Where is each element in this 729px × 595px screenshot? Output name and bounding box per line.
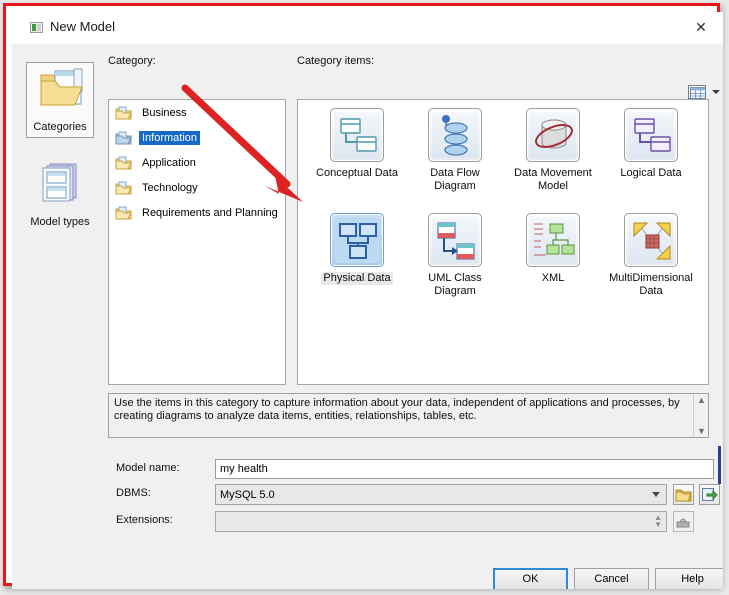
conceptual-data-icon xyxy=(340,118,377,152)
chevron-down-icon[interactable] xyxy=(712,90,720,94)
dbms-select[interactable]: MySQL 5.0 xyxy=(215,484,667,505)
category-item-business[interactable]: Business xyxy=(109,100,285,125)
rail-label-categories: Categories xyxy=(33,121,87,133)
rail-button-model-types[interactable]: Model types xyxy=(26,156,94,232)
navigation-rail: Categories Model types xyxy=(26,62,98,250)
category-items-label: Category items: xyxy=(297,55,375,67)
category-items-panel[interactable]: Conceptual Data Data Flow Diagram Data M… xyxy=(297,99,709,385)
item-label: XML xyxy=(541,272,565,284)
annotation-red-frame: New Model ✕ Categories Model types Categ… xyxy=(3,3,723,589)
item-label: Conceptual Data xyxy=(316,167,398,179)
item-conceptual-data[interactable]: Conceptual Data xyxy=(308,108,406,180)
spinner-down-icon[interactable]: ▼ xyxy=(654,521,662,529)
category-item-label: Requirements and Planning xyxy=(142,206,278,219)
scroll-down-icon[interactable]: ▼ xyxy=(697,426,706,436)
data-movement-model-icon xyxy=(535,119,573,149)
physical-data-icon xyxy=(334,217,380,263)
item-data-movement-model[interactable]: Data Movement Model xyxy=(504,108,602,193)
data-flow-diagram-icon xyxy=(442,115,468,156)
help-button[interactable]: Help xyxy=(655,568,723,589)
vertical-scrollbar-thumb[interactable] xyxy=(718,446,721,484)
category-item-information[interactable]: Information xyxy=(109,125,285,150)
folder-icon xyxy=(115,156,132,170)
folder-icon xyxy=(115,206,132,220)
category-item-requirements-and-planning[interactable]: Requirements and Planning xyxy=(109,200,285,225)
category-item-label: Technology xyxy=(142,181,198,194)
category-list[interactable]: Business Information Application Technol… xyxy=(108,99,286,385)
item-xml[interactable]: XML xyxy=(504,213,602,285)
dbms-selected-value: MySQL 5.0 xyxy=(220,489,275,501)
category-item-label: Business xyxy=(142,106,187,119)
model-name-input[interactable] xyxy=(215,459,714,479)
folder-icon xyxy=(115,181,132,195)
rail-button-categories[interactable]: Categories xyxy=(26,62,94,138)
screenshot-root: New Model ✕ Categories Model types Categ… xyxy=(0,0,729,595)
item-multidimensional-data[interactable]: MultiDimensional Data xyxy=(602,213,700,298)
category-item-label: Application xyxy=(142,156,196,169)
item-uml-class-diagram[interactable]: UML Class Diagram xyxy=(406,213,504,298)
rail-label-model-types: Model types xyxy=(30,216,90,228)
extensions-label: Extensions: xyxy=(116,514,173,526)
uml-class-diagram-icon xyxy=(437,222,475,260)
item-physical-data[interactable]: Physical Data xyxy=(308,213,406,285)
category-item-label: Information xyxy=(139,130,201,145)
window-title: New Model xyxy=(50,19,116,34)
cancel-button[interactable]: Cancel xyxy=(574,568,649,589)
ok-button[interactable]: OK xyxy=(493,568,568,589)
extensions-field[interactable]: ▲ ▼ xyxy=(215,511,667,532)
category-item-technology[interactable]: Technology xyxy=(109,175,285,200)
multidimensional-data-icon xyxy=(633,222,671,260)
model-name-label: Model name: xyxy=(116,462,180,474)
item-data-flow-diagram[interactable]: Data Flow Diagram xyxy=(406,108,504,193)
application-icon xyxy=(30,22,43,33)
item-label: Data Movement Model xyxy=(514,167,592,192)
folder-open-icon[interactable] xyxy=(673,484,694,505)
description-text: Use the items in this category to captur… xyxy=(114,397,680,422)
logical-data-icon xyxy=(634,118,671,152)
chevron-down-icon xyxy=(652,492,660,497)
stacked-documents-icon xyxy=(42,163,77,202)
extensions-row: Extensions: ▲ ▼ xyxy=(116,511,716,532)
dbms-label: DBMS: xyxy=(116,487,151,499)
model-name-row: Model name: xyxy=(116,459,716,479)
item-label: Logical Data xyxy=(620,167,682,179)
folder-icon xyxy=(115,131,132,145)
scroll-up-icon[interactable]: ▲ xyxy=(697,395,706,405)
item-logical-data[interactable]: Logical Data xyxy=(602,108,700,180)
item-label: Data Flow Diagram xyxy=(430,167,480,192)
dialog-body: Categories Model types Category: Categor… xyxy=(12,43,723,589)
close-icon[interactable]: ✕ xyxy=(679,12,723,42)
item-label: Physical Data xyxy=(321,272,393,285)
folder-documents-icon xyxy=(40,68,83,106)
new-model-dialog: New Model ✕ Categories Model types Categ… xyxy=(12,12,723,589)
description-scrollbar[interactable]: ▲ ▼ xyxy=(693,394,708,437)
description-box: Use the items in this category to captur… xyxy=(108,393,709,438)
title-bar: New Model ✕ xyxy=(12,12,723,43)
dbms-row: DBMS: MySQL 5.0 xyxy=(116,484,720,505)
extension-icon[interactable] xyxy=(673,511,694,532)
item-label: UML Class Diagram xyxy=(428,272,482,297)
folder-icon xyxy=(115,106,132,120)
green-arrow-icon[interactable] xyxy=(699,484,720,505)
item-label: MultiDimensional Data xyxy=(609,272,693,297)
grid-view-icon[interactable] xyxy=(688,85,706,99)
category-item-application[interactable]: Application xyxy=(109,150,285,175)
xml-icon xyxy=(534,223,575,256)
category-label: Category: xyxy=(108,55,156,67)
